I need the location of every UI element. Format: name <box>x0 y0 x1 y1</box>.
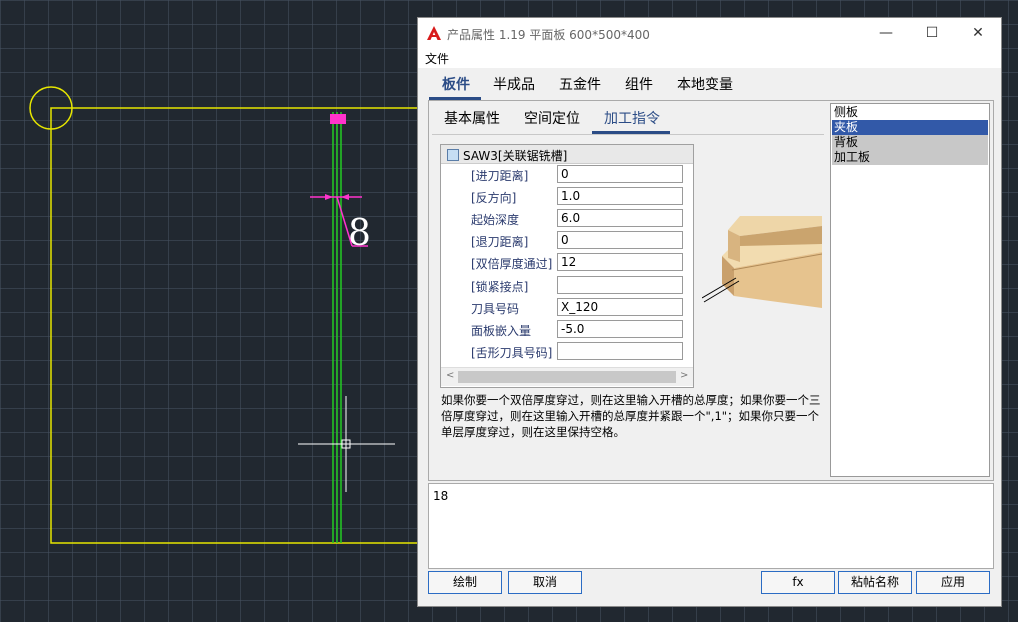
property-label: 刀具号码 <box>471 302 520 316</box>
command-header[interactable]: SAW3[关联锯铣槽] <box>441 145 693 164</box>
autocad-icon <box>427 26 441 40</box>
dimension-arrow <box>341 194 349 200</box>
menu-file[interactable]: 文件 <box>425 50 449 67</box>
tab-component[interactable]: 组件 <box>625 74 653 94</box>
subtab-divider <box>432 134 824 135</box>
tab-local-variables[interactable]: 本地变量 <box>677 74 733 94</box>
draw-button[interactable]: 绘制 <box>428 571 502 594</box>
window-title: 产品属性 1.19 平面板 600*500*400 <box>447 28 650 42</box>
list-item-back-panel[interactable]: 背板 <box>832 135 988 150</box>
dimension-text: 8 <box>348 213 371 254</box>
apply-button[interactable]: 应用 <box>916 571 990 594</box>
property-label: [锁紧接点] <box>471 280 529 294</box>
cancel-button[interactable]: 取消 <box>508 571 582 594</box>
property-value-input[interactable] <box>557 276 683 294</box>
scroll-right-icon[interactable]: > <box>680 370 688 381</box>
property-label: 起始深度 <box>471 213 520 227</box>
fx-button[interactable]: fx <box>761 571 835 594</box>
property-value-input[interactable] <box>557 231 683 249</box>
output-value: 18 <box>433 489 449 503</box>
command-name: SAW3[关联锯铣槽] <box>463 149 568 163</box>
property-value-input[interactable] <box>557 298 683 316</box>
property-label: [退刀距离] <box>471 235 529 249</box>
horizontal-scrollbar[interactable]: < > <box>441 367 693 386</box>
property-value-input[interactable] <box>557 165 683 183</box>
maximize-button[interactable]: ☐ <box>909 18 955 48</box>
panel-list: 侧板 夹板 背板 加工板 <box>830 103 990 477</box>
tab-basic-properties[interactable]: 基本属性 <box>444 108 500 128</box>
command-checkbox[interactable] <box>447 149 459 161</box>
property-label: [进刀距离] <box>471 169 529 183</box>
scroll-left-icon[interactable]: < <box>446 370 454 381</box>
groove-marker <box>330 114 346 124</box>
help-description: 如果你要一个双倍厚度穿过，则在这里输入开槽的总厚度；如果你要一个三倍厚度穿过，则… <box>441 393 821 439</box>
property-value-input[interactable] <box>557 209 683 227</box>
tab-machining-commands[interactable]: 加工指令 <box>604 108 660 128</box>
property-label: [双倍厚度通过] <box>471 257 553 271</box>
property-value-input[interactable] <box>557 187 683 205</box>
property-label: 面板嵌入量 <box>471 324 532 338</box>
list-item-machining-panel[interactable]: 加工板 <box>832 150 988 165</box>
paste-name-button[interactable]: 粘帖名称 <box>838 571 912 594</box>
list-item-side-panel[interactable]: 侧板 <box>832 105 988 120</box>
command-property-grid: SAW3[关联锯铣槽] [进刀距离] [反方向] 起始深度 [退刀距离] [双倍… <box>440 144 694 388</box>
panel-outline <box>50 107 422 544</box>
menu-bar: 文件 <box>418 48 1001 68</box>
tab-spatial-position[interactable]: 空间定位 <box>524 108 580 128</box>
property-value-input[interactable] <box>557 320 683 338</box>
property-label: [反方向] <box>471 191 517 205</box>
minimize-button[interactable]: — <box>863 18 909 48</box>
product-properties-dialog: 产品属性 1.19 平面板 600*500*400 — ☐ ✕ 文件 板件 半成… <box>417 17 1002 607</box>
property-value-input[interactable] <box>557 342 683 360</box>
list-item-clamp-panel[interactable]: 夹板 <box>832 120 988 135</box>
close-button[interactable]: ✕ <box>955 18 1001 48</box>
tab-panel[interactable]: 板件 <box>442 74 470 94</box>
scrollbar-thumb[interactable] <box>458 371 676 383</box>
dimension-arrow <box>325 194 333 200</box>
property-label: [舌形刀具号码] <box>471 346 553 360</box>
property-value-input[interactable] <box>557 253 683 271</box>
title-bar[interactable]: 产品属性 1.19 平面板 600*500*400 — ☐ ✕ <box>418 18 1001 48</box>
groove-preview-image <box>702 216 822 308</box>
tab-hardware[interactable]: 五金件 <box>559 74 601 94</box>
formula-output-area[interactable]: 18 <box>428 483 994 569</box>
tab-semi-finished[interactable]: 半成品 <box>493 74 535 94</box>
